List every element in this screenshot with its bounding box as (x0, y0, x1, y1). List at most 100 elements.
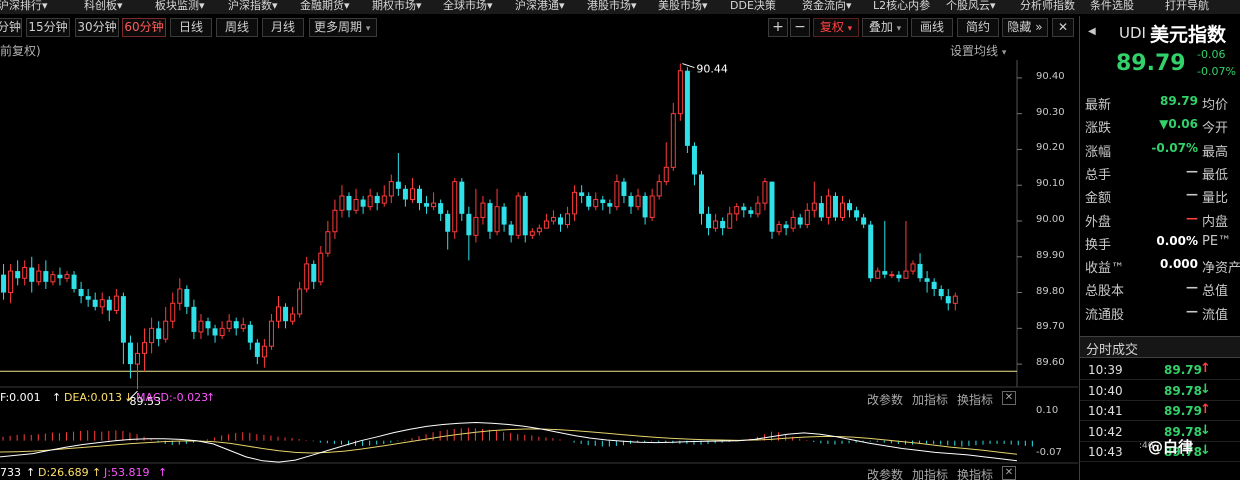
panel-collapse-icon[interactable]: ◀ (1088, 26, 1096, 37)
zoom-out-button[interactable]: − (790, 18, 810, 37)
kdj-close-button[interactable]: ✕ (1002, 466, 1016, 480)
simple-mode-button[interactable]: 简约 (957, 18, 999, 37)
candle (670, 102, 676, 171)
period-1min-button[interactable]: 分钟 (0, 18, 22, 37)
adjust-mode-label: 前复权) (0, 44, 41, 58)
more-periods-dropdown[interactable]: 更多周期 ▾ (309, 18, 377, 37)
price-change-pct: -0.07% (1197, 65, 1236, 78)
zoom-in-button[interactable]: + (768, 18, 788, 37)
tick-time: 10:39 (1088, 363, 1123, 377)
candle (480, 195, 486, 225)
candle (304, 256, 310, 293)
top-menu-item[interactable]: 分析师指数 (1020, 0, 1075, 14)
macd-add-indicator-button[interactable]: 加指标 (912, 391, 948, 408)
arrow-down-icon: ↓ (1200, 443, 1211, 458)
quote-label: 流通股 (1085, 307, 1125, 323)
set-ma-dropdown[interactable]: 设置均线 ▾ (950, 42, 1006, 59)
price-axis-label: 90.40 (1036, 70, 1065, 82)
quote-label-right: 最高 (1202, 144, 1229, 160)
ticks-section-title[interactable]: 分时成交 (1080, 336, 1240, 358)
candle (832, 192, 838, 221)
period-30min-button[interactable]: 30分钟 (75, 18, 119, 37)
candle (896, 271, 902, 282)
candle (868, 221, 874, 282)
macd-dif-value: F:0.001 (0, 391, 41, 404)
chevron-down-icon: ▾ (896, 24, 902, 34)
top-menu-item[interactable]: 打开导航 (1165, 0, 1209, 14)
candle (339, 185, 345, 218)
ticks-title-label: 分时成交 (1086, 343, 1139, 358)
overlay-dropdown[interactable]: 叠加 ▾ (862, 18, 908, 37)
candle (635, 188, 641, 211)
candle (142, 328, 148, 372)
top-menu-item[interactable]: 个股风云▾ (946, 0, 996, 14)
top-menu-item[interactable]: 板块监测▾ (155, 0, 205, 14)
top-menu-item[interactable]: 沪深港通▾ (515, 0, 565, 14)
candle (402, 185, 408, 207)
top-menu-item[interactable]: 条件选股 (1090, 0, 1134, 14)
up-arrow-icon: ↑ (52, 391, 62, 404)
kline-chart[interactable]: 90.4489.53 (0, 60, 1078, 480)
macd-change-indicator-button[interactable]: 换指标 (957, 391, 993, 408)
kdj-change-indicator-button[interactable]: 换指标 (957, 466, 993, 480)
kdj-add-indicator-button[interactable]: 加指标 (912, 466, 948, 480)
quote-value: -0.07% (1151, 140, 1198, 155)
candle (769, 181, 775, 239)
candle (22, 260, 28, 286)
quote-label: 总股本 (1085, 284, 1125, 300)
candle (691, 142, 697, 186)
macd-axis-top: 0.10 (1036, 405, 1059, 416)
candle (649, 188, 655, 221)
candle (586, 192, 592, 211)
quote-label: 涨跌 (1085, 121, 1112, 137)
top-menu-item[interactable]: 资金流向▾ (802, 0, 852, 14)
candle (57, 267, 63, 286)
more-periods-label: 更多周期 (314, 20, 363, 34)
period-week-button[interactable]: 周线 (216, 18, 258, 37)
period-15min-button[interactable]: 15分钟 (26, 18, 70, 37)
candle (565, 206, 571, 229)
top-menu-item[interactable]: 全球市场▾ (443, 0, 493, 14)
top-menu-item[interactable]: 沪深排行▾ (0, 0, 48, 14)
candle (727, 206, 733, 229)
quote-row: 流通股 — 流值 (1085, 304, 1240, 327)
candle (550, 210, 556, 225)
quote-label-right: 今开 (1202, 121, 1229, 137)
tick-price: 89.79 (1164, 404, 1202, 418)
quote-value: — (1186, 187, 1198, 202)
top-menu-item[interactable]: 金融期货▾ (300, 0, 350, 14)
top-menu-item[interactable]: 科创板▾ (84, 0, 123, 14)
candle (318, 246, 324, 286)
kdj-edit-params-button[interactable]: 改参数 (867, 466, 903, 480)
candle (466, 206, 472, 261)
candle (487, 199, 493, 239)
candle (945, 288, 951, 311)
close-chart-button[interactable]: ✕ (1052, 18, 1074, 37)
candle (790, 210, 796, 232)
macd-close-button[interactable]: ✕ (1002, 391, 1016, 405)
candle (804, 203, 810, 229)
top-menu-item[interactable]: L2核心内参 (873, 0, 930, 14)
candle (579, 185, 585, 204)
candle (170, 292, 176, 329)
macd-edit-params-button[interactable]: 改参数 (867, 391, 903, 408)
fuquan-dropdown[interactable]: 复权 ▾ (813, 18, 859, 37)
top-menu-item[interactable]: 沪深指数▾ (228, 0, 278, 14)
macd-header: F:0.001 ↑ DEA:0.013 ↓ MACD:-0.023 ↑ 改参数 … (0, 391, 1078, 407)
period-60min-button[interactable]: 60分钟 (122, 18, 166, 37)
top-menu-item[interactable]: 港股市场▾ (587, 0, 637, 14)
period-day-button[interactable]: 日线 (170, 18, 212, 37)
candle (184, 285, 190, 315)
candle (593, 192, 599, 211)
candle (558, 213, 563, 232)
candle (529, 228, 535, 239)
up-arrow-icon: ↑ (206, 391, 216, 404)
period-month-button[interactable]: 月线 (262, 18, 304, 37)
top-menu-item[interactable]: 美股市场▾ (658, 0, 708, 14)
quote-value: — (1186, 210, 1198, 225)
candle (952, 292, 958, 311)
hide-button[interactable]: 隐藏 » (1002, 18, 1048, 37)
top-menu-item[interactable]: DDE决策 (730, 0, 776, 14)
draw-line-button[interactable]: 画线 (911, 18, 953, 37)
top-menu-item[interactable]: 期权市场▾ (372, 0, 422, 14)
